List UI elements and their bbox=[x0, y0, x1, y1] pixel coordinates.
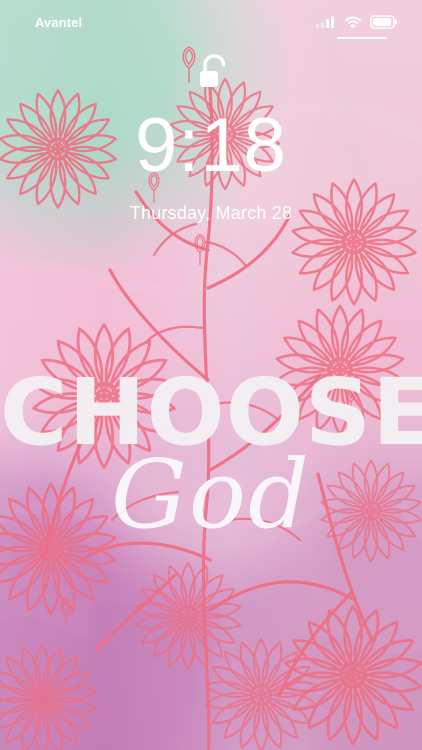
signal-icon bbox=[316, 16, 334, 28]
wallpaper-subheadline: God bbox=[111, 440, 311, 550]
status-bar: Avantel bbox=[0, 0, 422, 42]
battery-icon bbox=[370, 15, 397, 29]
lock-screen-time: 9:18 bbox=[135, 103, 287, 188]
unlocked-padlock-icon bbox=[200, 54, 226, 87]
wifi-icon bbox=[345, 16, 361, 29]
lock-screen-date: Thursday, March 28 bbox=[129, 203, 293, 223]
carrier-name: Avantel bbox=[35, 15, 83, 30]
control-center-indicator bbox=[337, 37, 387, 39]
status-icons bbox=[316, 15, 398, 29]
lock-screen: Avantel 9:18 Thursday, March 28 CHOOSE G… bbox=[0, 0, 422, 750]
